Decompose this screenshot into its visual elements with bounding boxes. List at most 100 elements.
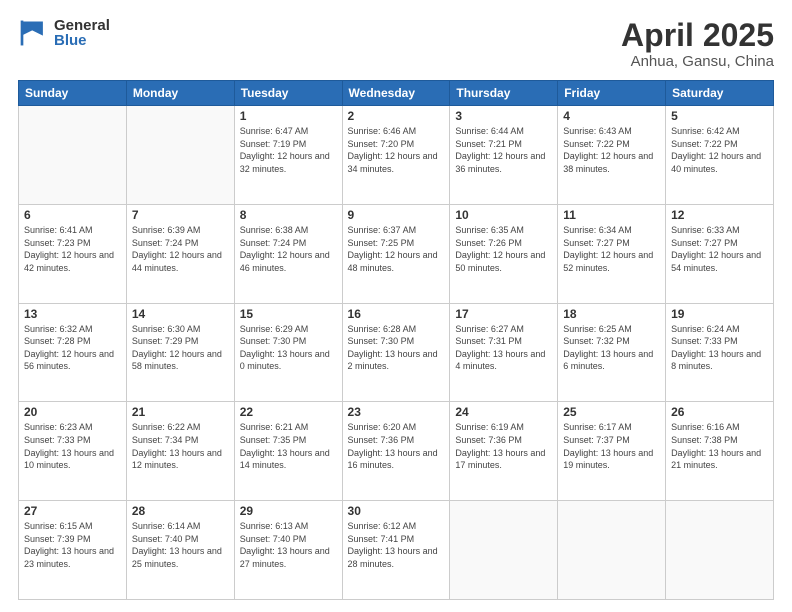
table-row: 4 Sunrise: 6:43 AMSunset: 7:22 PMDaylight…	[558, 106, 666, 205]
day-number: 20	[24, 405, 121, 419]
table-row: 1Sunrise: 6:47 AMSunset: 7:19 PMDaylight…	[234, 106, 342, 205]
logo-text: General Blue	[54, 18, 110, 48]
day-number: 18	[563, 307, 660, 321]
day-info: Sunrise: 6:34 AMSunset: 7:27 PMDaylight:…	[563, 224, 660, 274]
day-info: Sunrise: 6:13 AMSunset: 7:40 PMDaylight:…	[240, 520, 337, 570]
logo-blue-text: Blue	[54, 33, 110, 48]
day-info: Sunrise: 6:42 AMSunset: 7:22 PMDaylight:…	[671, 125, 768, 175]
day-number: 21	[132, 405, 229, 419]
table-row: 5 Sunrise: 6:42 AMSunset: 7:22 PMDaylight…	[666, 106, 774, 205]
day-number: 27	[24, 504, 121, 518]
header-wednesday: Wednesday	[342, 81, 450, 106]
day-info: Sunrise: 6:43 AMSunset: 7:22 PMDaylight:…	[563, 125, 660, 175]
calendar-title: April 2025	[621, 18, 774, 53]
table-row: 9 Sunrise: 6:37 AMSunset: 7:25 PMDaylight…	[342, 204, 450, 303]
day-number: 14	[132, 307, 229, 321]
day-info: Sunrise: 6:23 AMSunset: 7:33 PMDaylight:…	[24, 421, 121, 471]
day-number: 2	[348, 109, 445, 123]
day-info: Sunrise: 6:46 AMSunset: 7:20 PMDaylight:…	[348, 125, 445, 175]
day-info: Sunrise: 6:39 AMSunset: 7:24 PMDaylight:…	[132, 224, 229, 274]
day-info: Sunrise: 6:21 AMSunset: 7:35 PMDaylight:…	[240, 421, 337, 471]
header-sunday: Sunday	[19, 81, 127, 106]
table-row: 19 Sunrise: 6:24 AMSunset: 7:33 PMDayligh…	[666, 303, 774, 402]
calendar-week-row: 13 Sunrise: 6:32 AMSunset: 7:28 PMDayligh…	[19, 303, 774, 402]
day-number: 24	[455, 405, 552, 419]
day-info: Sunrise: 6:44 AMSunset: 7:21 PMDaylight:…	[455, 125, 552, 175]
header-monday: Monday	[126, 81, 234, 106]
calendar-week-row: 20 Sunrise: 6:23 AMSunset: 7:33 PMDayligh…	[19, 402, 774, 501]
day-info: Sunrise: 6:12 AMSunset: 7:41 PMDaylight:…	[348, 520, 445, 570]
table-row: 13 Sunrise: 6:32 AMSunset: 7:28 PMDayligh…	[19, 303, 127, 402]
calendar-header-row: Sunday Monday Tuesday Wednesday Thursday…	[19, 81, 774, 106]
table-row: 7 Sunrise: 6:39 AMSunset: 7:24 PMDaylight…	[126, 204, 234, 303]
table-row: 14 Sunrise: 6:30 AMSunset: 7:29 PMDayligh…	[126, 303, 234, 402]
day-number: 15	[240, 307, 337, 321]
table-row: 17 Sunrise: 6:27 AMSunset: 7:31 PMDayligh…	[450, 303, 558, 402]
table-row	[126, 106, 234, 205]
day-info: Sunrise: 6:32 AMSunset: 7:28 PMDaylight:…	[24, 323, 121, 373]
day-number: 8	[240, 208, 337, 222]
calendar-week-row: 1Sunrise: 6:47 AMSunset: 7:19 PMDaylight…	[19, 106, 774, 205]
day-number: 12	[671, 208, 768, 222]
table-row: 26Sunrise: 6:16 AMSunset: 7:38 PMDayligh…	[666, 402, 774, 501]
day-number: 9	[348, 208, 445, 222]
table-row: 30 Sunrise: 6:12 AMSunset: 7:41 PMDayligh…	[342, 501, 450, 600]
day-number: 3	[455, 109, 552, 123]
day-number: 16	[348, 307, 445, 321]
table-row: 10 Sunrise: 6:35 AMSunset: 7:26 PMDayligh…	[450, 204, 558, 303]
table-row: 2 Sunrise: 6:46 AMSunset: 7:20 PMDaylight…	[342, 106, 450, 205]
table-row: 27 Sunrise: 6:15 AMSunset: 7:39 PMDayligh…	[19, 501, 127, 600]
day-number: 23	[348, 405, 445, 419]
day-number: 22	[240, 405, 337, 419]
day-number: 29	[240, 504, 337, 518]
day-number: 13	[24, 307, 121, 321]
day-number: 25	[563, 405, 660, 419]
day-number: 11	[563, 208, 660, 222]
table-row: 12Sunrise: 6:33 AMSunset: 7:27 PMDayligh…	[666, 204, 774, 303]
day-info: Sunrise: 6:15 AMSunset: 7:39 PMDaylight:…	[24, 520, 121, 570]
table-row: 20 Sunrise: 6:23 AMSunset: 7:33 PMDayligh…	[19, 402, 127, 501]
day-info: Sunrise: 6:16 AMSunset: 7:38 PMDaylight:…	[671, 421, 768, 471]
table-row: 11 Sunrise: 6:34 AMSunset: 7:27 PMDayligh…	[558, 204, 666, 303]
day-info: Sunrise: 6:27 AMSunset: 7:31 PMDaylight:…	[455, 323, 552, 373]
day-info: Sunrise: 6:37 AMSunset: 7:25 PMDaylight:…	[348, 224, 445, 274]
day-info: Sunrise: 6:20 AMSunset: 7:36 PMDaylight:…	[348, 421, 445, 471]
calendar-location: Anhua, Gansu, China	[621, 53, 774, 70]
day-number: 19	[671, 307, 768, 321]
table-row: 21 Sunrise: 6:22 AMSunset: 7:34 PMDayligh…	[126, 402, 234, 501]
logo-general-text: General	[54, 18, 110, 33]
header-thursday: Thursday	[450, 81, 558, 106]
table-row: 16Sunrise: 6:28 AMSunset: 7:30 PMDayligh…	[342, 303, 450, 402]
table-row	[558, 501, 666, 600]
table-row: 23 Sunrise: 6:20 AMSunset: 7:36 PMDayligh…	[342, 402, 450, 501]
table-row: 28Sunrise: 6:14 AMSunset: 7:40 PMDayligh…	[126, 501, 234, 600]
table-row: 24Sunrise: 6:19 AMSunset: 7:36 PMDayligh…	[450, 402, 558, 501]
header-saturday: Saturday	[666, 81, 774, 106]
day-info: Sunrise: 6:17 AMSunset: 7:37 PMDaylight:…	[563, 421, 660, 471]
day-number: 4	[563, 109, 660, 123]
table-row: 22 Sunrise: 6:21 AMSunset: 7:35 PMDayligh…	[234, 402, 342, 501]
day-info: Sunrise: 6:24 AMSunset: 7:33 PMDaylight:…	[671, 323, 768, 373]
day-info: Sunrise: 6:30 AMSunset: 7:29 PMDaylight:…	[132, 323, 229, 373]
table-row: 3 Sunrise: 6:44 AMSunset: 7:21 PMDaylight…	[450, 106, 558, 205]
day-info: Sunrise: 6:29 AMSunset: 7:30 PMDaylight:…	[240, 323, 337, 373]
day-info: Sunrise: 6:35 AMSunset: 7:26 PMDaylight:…	[455, 224, 552, 274]
day-number: 5	[671, 109, 768, 123]
day-info: Sunrise: 6:47 AMSunset: 7:19 PMDaylight:…	[240, 125, 337, 175]
table-row: 25 Sunrise: 6:17 AMSunset: 7:37 PMDayligh…	[558, 402, 666, 501]
day-number: 17	[455, 307, 552, 321]
day-number: 7	[132, 208, 229, 222]
logo: General Blue	[18, 18, 110, 48]
day-number: 28	[132, 504, 229, 518]
title-block: April 2025 Anhua, Gansu, China	[621, 18, 774, 70]
day-number: 6	[24, 208, 121, 222]
day-number: 10	[455, 208, 552, 222]
day-info: Sunrise: 6:41 AMSunset: 7:23 PMDaylight:…	[24, 224, 121, 274]
table-row	[450, 501, 558, 600]
table-row: 8Sunrise: 6:38 AMSunset: 7:24 PMDaylight…	[234, 204, 342, 303]
table-row: 18Sunrise: 6:25 AMSunset: 7:32 PMDayligh…	[558, 303, 666, 402]
header-tuesday: Tuesday	[234, 81, 342, 106]
day-info: Sunrise: 6:22 AMSunset: 7:34 PMDaylight:…	[132, 421, 229, 471]
day-number: 30	[348, 504, 445, 518]
header: General Blue April 2025 Anhua, Gansu, Ch…	[18, 18, 774, 70]
